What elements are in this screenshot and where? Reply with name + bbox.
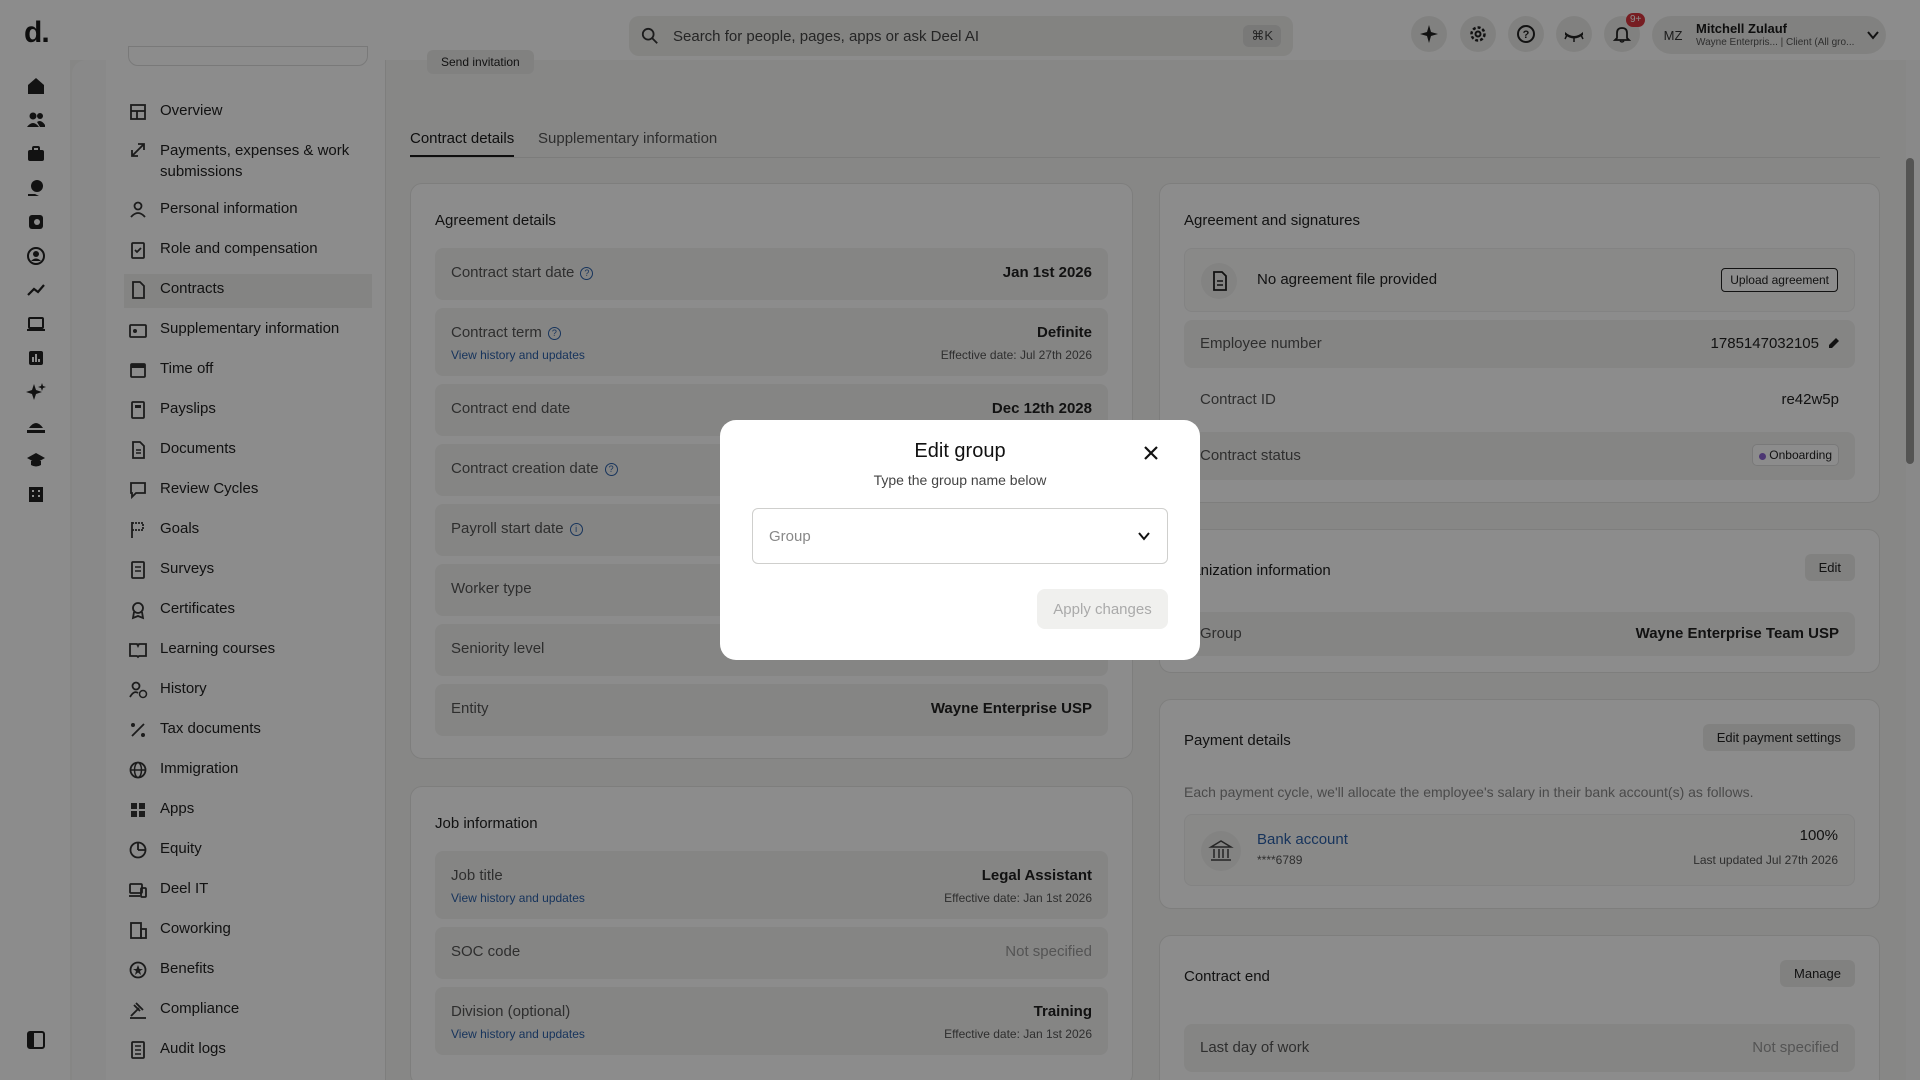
group-select[interactable]: Group [752, 508, 1168, 564]
chevron-down-icon [1138, 532, 1150, 541]
group-select-placeholder: Group [769, 527, 811, 545]
apply-changes-button[interactable]: Apply changes [1037, 589, 1168, 629]
modal-title: Edit group [914, 440, 1006, 462]
modal-subtitle: Type the group name below [873, 472, 1047, 488]
edit-group-modal: Edit group Type the group name below Gro… [720, 420, 1200, 660]
close-icon[interactable] [1140, 442, 1162, 464]
